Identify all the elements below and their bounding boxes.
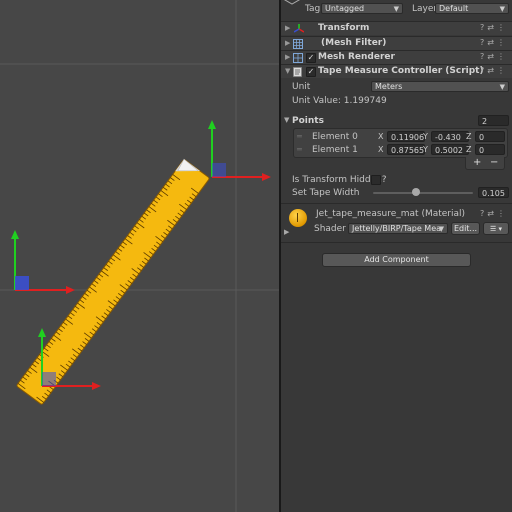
- inspector-panel: Tag Untagged ▼ Layer Default ▼ ▶ Transform…: [281, 0, 512, 512]
- element-1-y-field[interactable]: 0.5002: [431, 144, 469, 155]
- shader-value: Jettelly/BIRP/Tape Mea: [352, 224, 442, 233]
- script-title: Tape Measure Controller (Script): [318, 66, 484, 76]
- element-0-z-field[interactable]: 0: [475, 131, 505, 142]
- layer-dropdown[interactable]: Default ▼: [435, 3, 509, 14]
- chevron-down-icon: ▼: [499, 5, 505, 13]
- element-1-z-field[interactable]: 0: [475, 144, 505, 155]
- scene-canvas[interactable]: [0, 0, 279, 512]
- material-menu-icons[interactable]: ?⇄⋮: [480, 209, 508, 218]
- fold-arrow-icon[interactable]: ▶: [285, 39, 290, 47]
- transform-gizmo-point-1[interactable]: [208, 120, 271, 181]
- tag-label: Tag: [305, 4, 321, 14]
- scene-view[interactable]: [0, 0, 279, 512]
- element-1-label: Element 1: [312, 145, 358, 155]
- drag-handle-icon[interactable]: ═: [297, 145, 302, 154]
- component-menu-icons[interactable]: ?⇄⋮: [480, 66, 508, 75]
- component-menu-icons[interactable]: ?⇄⋮: [480, 38, 508, 47]
- tape-measure-object[interactable]: [16, 158, 210, 405]
- width-slider-thumb[interactable]: [412, 188, 420, 196]
- shader-label: Shader: [314, 224, 346, 234]
- element-0-x-label: X: [378, 132, 384, 141]
- element-0-y-field[interactable]: -0.430: [431, 131, 469, 142]
- fold-arrow-icon[interactable]: ▼: [285, 67, 290, 75]
- width-value-field[interactable]: 0.105: [478, 187, 509, 198]
- fold-arrow-icon[interactable]: ▶: [285, 53, 290, 61]
- points-list: ═ Element 0 X 0.11906 Y -0.430 Z 0 ═ Ele…: [293, 128, 508, 158]
- element-1-x-label: X: [378, 145, 384, 154]
- mesh-renderer-enabled-checkbox[interactable]: ✓: [306, 53, 316, 63]
- divider: [281, 242, 512, 243]
- layer-value: Default: [439, 4, 469, 13]
- script-enabled-checkbox[interactable]: ✓: [306, 67, 316, 77]
- fold-arrow-icon[interactable]: ▶: [285, 24, 290, 32]
- chevron-down-icon: ▼: [393, 5, 399, 13]
- element-1-y-label: Y: [423, 145, 428, 154]
- divider: [281, 203, 512, 204]
- fold-arrow-icon[interactable]: ▼: [284, 116, 289, 124]
- add-element-button[interactable]: +: [473, 157, 481, 168]
- transform-gizmo-origin[interactable]: [11, 230, 75, 294]
- mesh-filter-component-header[interactable]: ▶ (Mesh Filter) ?⇄⋮: [281, 36, 512, 50]
- mesh-renderer-component-header[interactable]: ▶ ✓ Mesh Renderer ?⇄⋮: [281, 50, 512, 64]
- remove-element-button[interactable]: −: [490, 157, 498, 168]
- script-icon: [293, 67, 302, 77]
- tag-dropdown[interactable]: Untagged ▼: [321, 3, 403, 14]
- gameobject-icon: [284, 0, 300, 5]
- fold-arrow-icon[interactable]: ▶: [284, 228, 289, 236]
- unit-label: Unit: [292, 82, 311, 92]
- script-component-header[interactable]: ▼ ✓ Tape Measure Controller (Script) ?⇄⋮: [281, 64, 512, 78]
- shader-edit-button[interactable]: Edit...: [451, 222, 480, 235]
- material-preview-icon: [289, 209, 307, 227]
- material-name: Jet_tape_measure_mat (Material): [316, 209, 466, 219]
- component-menu-icons[interactable]: ?⇄⋮: [480, 23, 508, 32]
- points-label: Points: [292, 116, 324, 126]
- element-0-label: Element 0: [312, 132, 358, 142]
- element-0-z-label: Z: [466, 132, 472, 141]
- unit-dropdown[interactable]: Meters ▼: [371, 81, 509, 92]
- component-menu-icons[interactable]: ?⇄⋮: [480, 52, 508, 61]
- mesh-renderer-title: Mesh Renderer: [318, 52, 395, 62]
- element-1-x-field[interactable]: 0.87565: [387, 144, 425, 155]
- shader-options-button[interactable]: ☰ ▾: [483, 222, 509, 235]
- transform-title: Transform: [318, 23, 370, 33]
- layer-label: Layer: [412, 4, 438, 14]
- grid-mesh-icon: [293, 39, 303, 49]
- add-component-button[interactable]: Add Component: [322, 253, 471, 267]
- chevron-down-icon: ▼: [438, 225, 444, 233]
- drag-handle-icon[interactable]: ═: [297, 132, 302, 141]
- unit-value: Meters: [375, 82, 403, 91]
- element-0-y-label: Y: [423, 132, 428, 141]
- width-slider-track[interactable]: [373, 192, 473, 194]
- shader-dropdown[interactable]: Jettelly/BIRP/Tape Mea ▼: [348, 223, 448, 234]
- width-label: Set Tape Width: [292, 188, 360, 198]
- hidden-checkbox[interactable]: [371, 175, 381, 185]
- transform-icon: [294, 24, 304, 33]
- mesh-renderer-icon: [293, 53, 303, 63]
- list-footer: + −: [465, 157, 505, 170]
- tag-value: Untagged: [325, 4, 365, 13]
- mesh-filter-title: (Mesh Filter): [321, 38, 387, 48]
- element-0-x-field[interactable]: 0.11906: [387, 131, 425, 142]
- chevron-down-icon: ▼: [499, 83, 505, 91]
- points-count-field[interactable]: 2: [478, 115, 509, 126]
- element-1-z-label: Z: [466, 145, 472, 154]
- transform-component-header[interactable]: ▶ Transform ?⇄⋮: [281, 21, 512, 35]
- unit-value-text: Unit Value: 1.199749: [292, 96, 387, 106]
